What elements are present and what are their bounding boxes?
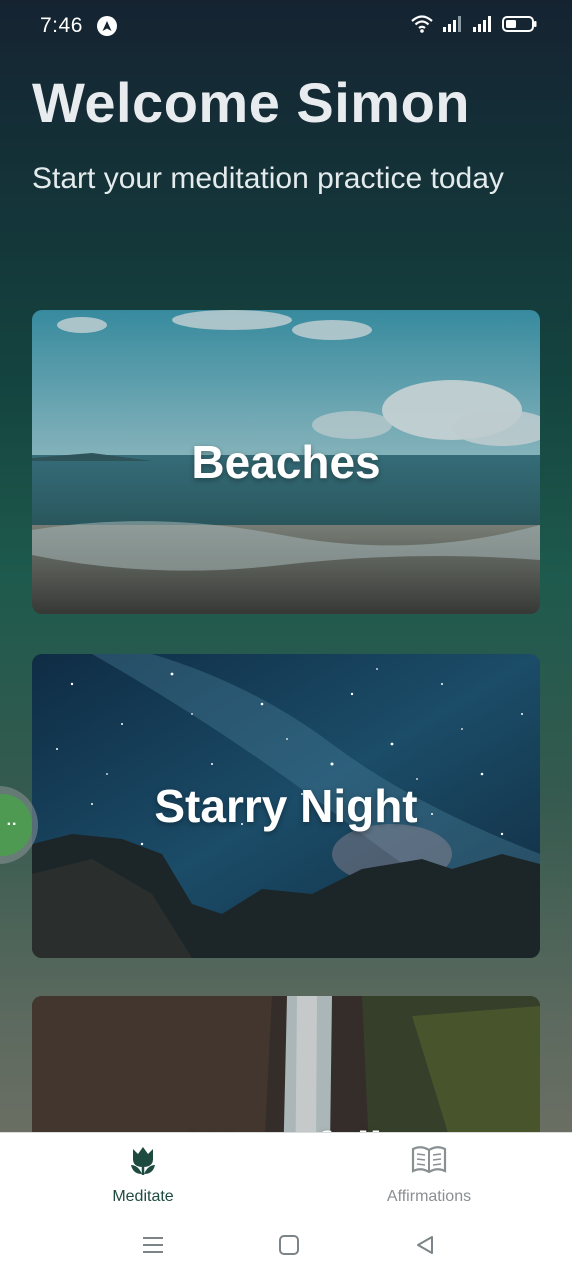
category-card-beaches[interactable]: Beaches [32,310,540,614]
tab-label: Affirmations [386,1188,472,1205]
status-time: 7:46 [40,14,83,37]
tab-meditate[interactable]: Meditate [43,1143,243,1223]
back-triangle-icon[interactable] [410,1230,440,1260]
status-left: 7:46 [40,14,117,38]
card-title: Beaches [191,436,381,488]
tab-label: Meditate [112,1188,174,1205]
menu-icon[interactable] [138,1230,168,1260]
book-icon [410,1143,448,1182]
card-title: Starry Night [154,780,418,832]
status-right [410,14,538,39]
system-navigation-bar [0,1222,572,1268]
home-square-icon[interactable] [274,1230,304,1260]
category-card-starry-night[interactable]: Starry Night [32,654,540,958]
page-subtitle: Start your meditation practice today [32,162,504,195]
signal-icon [472,15,494,38]
battery-icon [502,15,538,38]
signal-icon [442,15,464,38]
tulip-icon [126,1143,160,1182]
status-bar: 7:46 [0,0,572,52]
tab-affirmations[interactable]: Affirmations [329,1143,529,1223]
wifi-icon [410,14,434,39]
page-title: Welcome Simon [32,71,471,134]
navigation-arrow-icon [96,16,117,36]
more-dots-icon: ·· [0,794,32,856]
